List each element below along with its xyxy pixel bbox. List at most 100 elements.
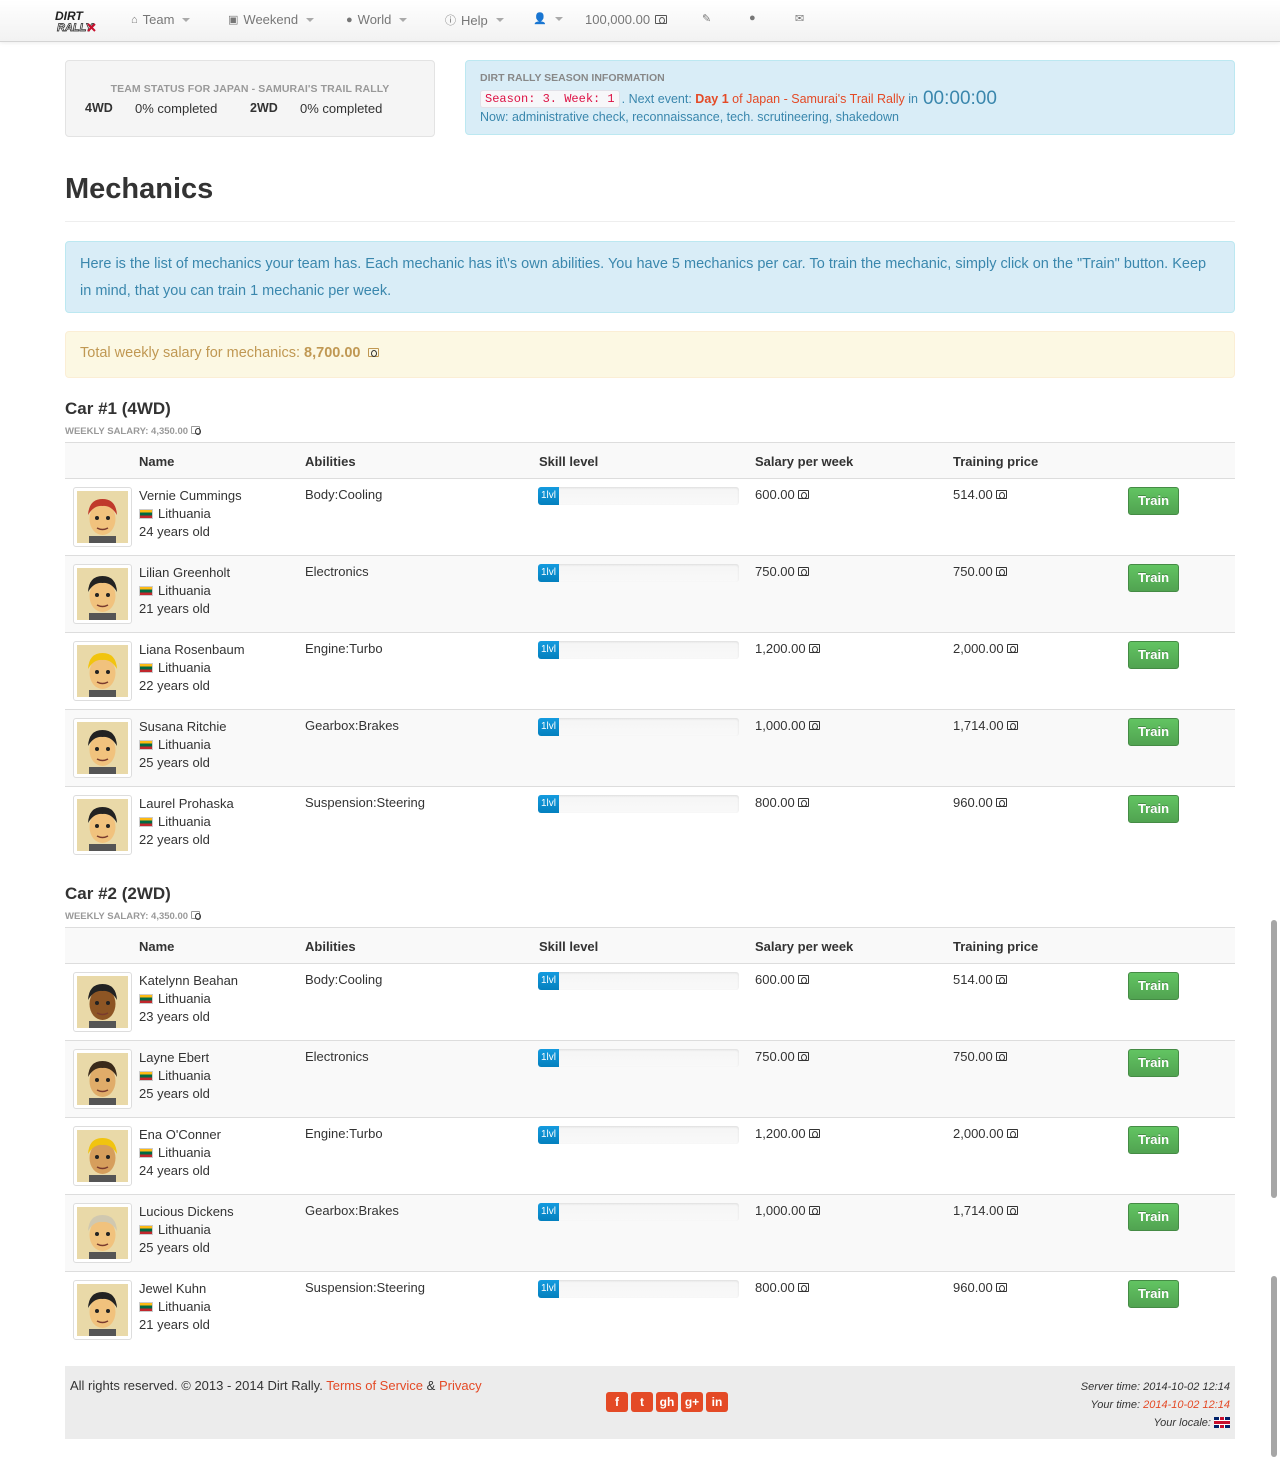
money-icon: [191, 911, 201, 920]
mechanic-country: Lithuania: [158, 737, 211, 752]
lithuania-flag-icon: [139, 740, 153, 750]
status-4wd-label: 4WD: [85, 101, 113, 115]
train-button[interactable]: Train: [1128, 718, 1179, 746]
train-button[interactable]: Train: [1128, 1126, 1179, 1154]
mechanic-salary: 1,200.00: [755, 1126, 820, 1141]
mechanic-name[interactable]: Layne Ebert: [139, 1049, 211, 1067]
mechanic-ability: Electronics: [305, 564, 369, 579]
nav-globe[interactable]: ●: [749, 12, 756, 24]
nav-team[interactable]: ⌂ Team: [131, 12, 191, 27]
status-2wd-label: 2WD: [250, 101, 278, 115]
train-button[interactable]: Train: [1128, 564, 1179, 592]
price-value: 2,000.00: [953, 1126, 1004, 1141]
mechanic-name[interactable]: Ena O'Conner: [139, 1126, 221, 1144]
table-row: Lilian Greenholt Lithuania 21 years old Ele…: [65, 555, 1235, 632]
github-icon[interactable]: gh: [656, 1392, 678, 1412]
envelope-icon: ✉: [795, 13, 805, 25]
mechanic-name[interactable]: Liana Rosenbaum: [139, 641, 245, 659]
event-name[interactable]: Japan - Samurai's Trail Rally: [746, 92, 905, 106]
train-button[interactable]: Train: [1128, 972, 1179, 1000]
training-price: 960.00: [953, 795, 1007, 810]
privacy-link[interactable]: Privacy: [439, 1378, 482, 1393]
skill-progress: 1lvl: [538, 718, 739, 736]
event-in: in: [908, 92, 918, 106]
money-icon: [797, 490, 809, 499]
col-salary: Salary per week: [755, 454, 854, 469]
locale-row: Your locale:: [1081, 1414, 1230, 1432]
nav-user[interactable]: 👤: [533, 12, 563, 25]
train-button[interactable]: Train: [1128, 641, 1179, 669]
mechanic-age: 23 years old: [139, 1009, 210, 1024]
nav-world[interactable]: ● World: [346, 12, 408, 27]
mechanic-name[interactable]: Katelynn Beahan: [139, 972, 238, 990]
mechanic-country: Lithuania: [158, 583, 211, 598]
money-icon: [655, 15, 668, 24]
mechanic-age: 25 years old: [139, 755, 210, 770]
mechanic-name[interactable]: Vernie Cummings: [139, 487, 242, 505]
facebook-icon[interactable]: f: [606, 1392, 628, 1412]
mechanic-ability: Suspension:Steering: [305, 795, 425, 810]
nav-balance[interactable]: 100,000.00: [585, 12, 668, 27]
nav-help[interactable]: ⓘ Help: [445, 12, 504, 28]
mechanic-avatar: [73, 1280, 132, 1340]
balance-value: 100,000.00: [585, 12, 651, 27]
money-icon: [995, 975, 1007, 984]
svg-text:DIRT: DIRT: [55, 9, 84, 23]
event-day: Day 1: [695, 92, 729, 106]
nav-weekend[interactable]: ▣ Weekend: [228, 12, 315, 27]
scrollbar-thumb[interactable]: [1271, 920, 1277, 1198]
money-icon: [191, 426, 201, 435]
caret-icon: [399, 17, 408, 22]
training-price: 514.00: [953, 972, 1007, 987]
mechanic-country-row: Lithuania: [139, 1298, 211, 1316]
mechanic-name[interactable]: Lilian Greenholt: [139, 564, 230, 582]
train-button[interactable]: Train: [1128, 1203, 1179, 1231]
mechanic-avatar: [73, 1049, 132, 1109]
twitter-icon[interactable]: t: [631, 1392, 653, 1412]
google-plus-icon[interactable]: g+: [681, 1392, 703, 1412]
mechanic-country: Lithuania: [158, 660, 211, 675]
nav-team-label: Team: [142, 12, 175, 27]
salary-value: 1,200.00: [755, 1126, 806, 1141]
price-value: 750.00: [953, 564, 993, 579]
linkedin-icon[interactable]: in: [706, 1392, 728, 1412]
nav-edit[interactable]: ✎: [702, 12, 711, 25]
mechanic-avatar: [73, 795, 132, 855]
uk-flag-icon[interactable]: [1214, 1417, 1230, 1428]
home-icon: ⌂: [131, 13, 138, 26]
mechanic-name[interactable]: Jewel Kuhn: [139, 1280, 211, 1298]
lithuania-flag-icon: [139, 1302, 153, 1312]
amp: &: [426, 1378, 436, 1393]
train-button[interactable]: Train: [1128, 795, 1179, 823]
skill-progress-bar: 1lvl: [538, 718, 559, 736]
skill-progress: 1lvl: [538, 1126, 739, 1144]
mechanic-info: Lucious Dickens Lithuania 25 years old: [139, 1203, 234, 1257]
footer-times: Server time: 2014-10-02 12:14 Your time:…: [1081, 1378, 1230, 1432]
mechanic-ability: Suspension:Steering: [305, 1280, 425, 1295]
training-price: 750.00: [953, 1049, 1007, 1064]
nav-messages[interactable]: ✉: [795, 12, 804, 25]
mechanic-salary: 600.00: [755, 487, 809, 502]
train-button[interactable]: Train: [1128, 1280, 1179, 1308]
user-icon: 👤: [533, 13, 547, 25]
divider: [65, 221, 1235, 222]
mechanic-salary: 750.00: [755, 564, 809, 579]
copyright-text: All rights reserved. © 2013 - 2014 Dirt …: [70, 1378, 323, 1393]
lithuania-flag-icon: [139, 817, 153, 827]
dirt-rally-logo[interactable]: DIRT RALLY: [54, 8, 98, 34]
car-2-table: Name Abilities Skill level Salary per week T…: [65, 927, 1235, 1348]
footer: All rights reserved. © 2013 - 2014 Dirt …: [65, 1366, 1235, 1439]
price-value: 1,714.00: [953, 718, 1004, 733]
terms-link[interactable]: Terms of Service: [326, 1378, 423, 1393]
mechanic-name[interactable]: Susana Ritchie: [139, 718, 226, 736]
money-icon: [797, 567, 809, 576]
mechanic-name[interactable]: Lucious Dickens: [139, 1203, 234, 1221]
scrollbar-thumb-lower[interactable]: [1271, 1276, 1277, 1457]
mechanic-name[interactable]: Laurel Prohaska: [139, 795, 234, 813]
train-button[interactable]: Train: [1128, 1049, 1179, 1077]
car-2-title: Car #2 (2WD): [65, 884, 171, 903]
col-training: Training price: [953, 939, 1039, 954]
skill-progress: 1lvl: [538, 564, 739, 582]
edit-icon: ✎: [702, 13, 712, 25]
train-button[interactable]: Train: [1128, 487, 1179, 515]
